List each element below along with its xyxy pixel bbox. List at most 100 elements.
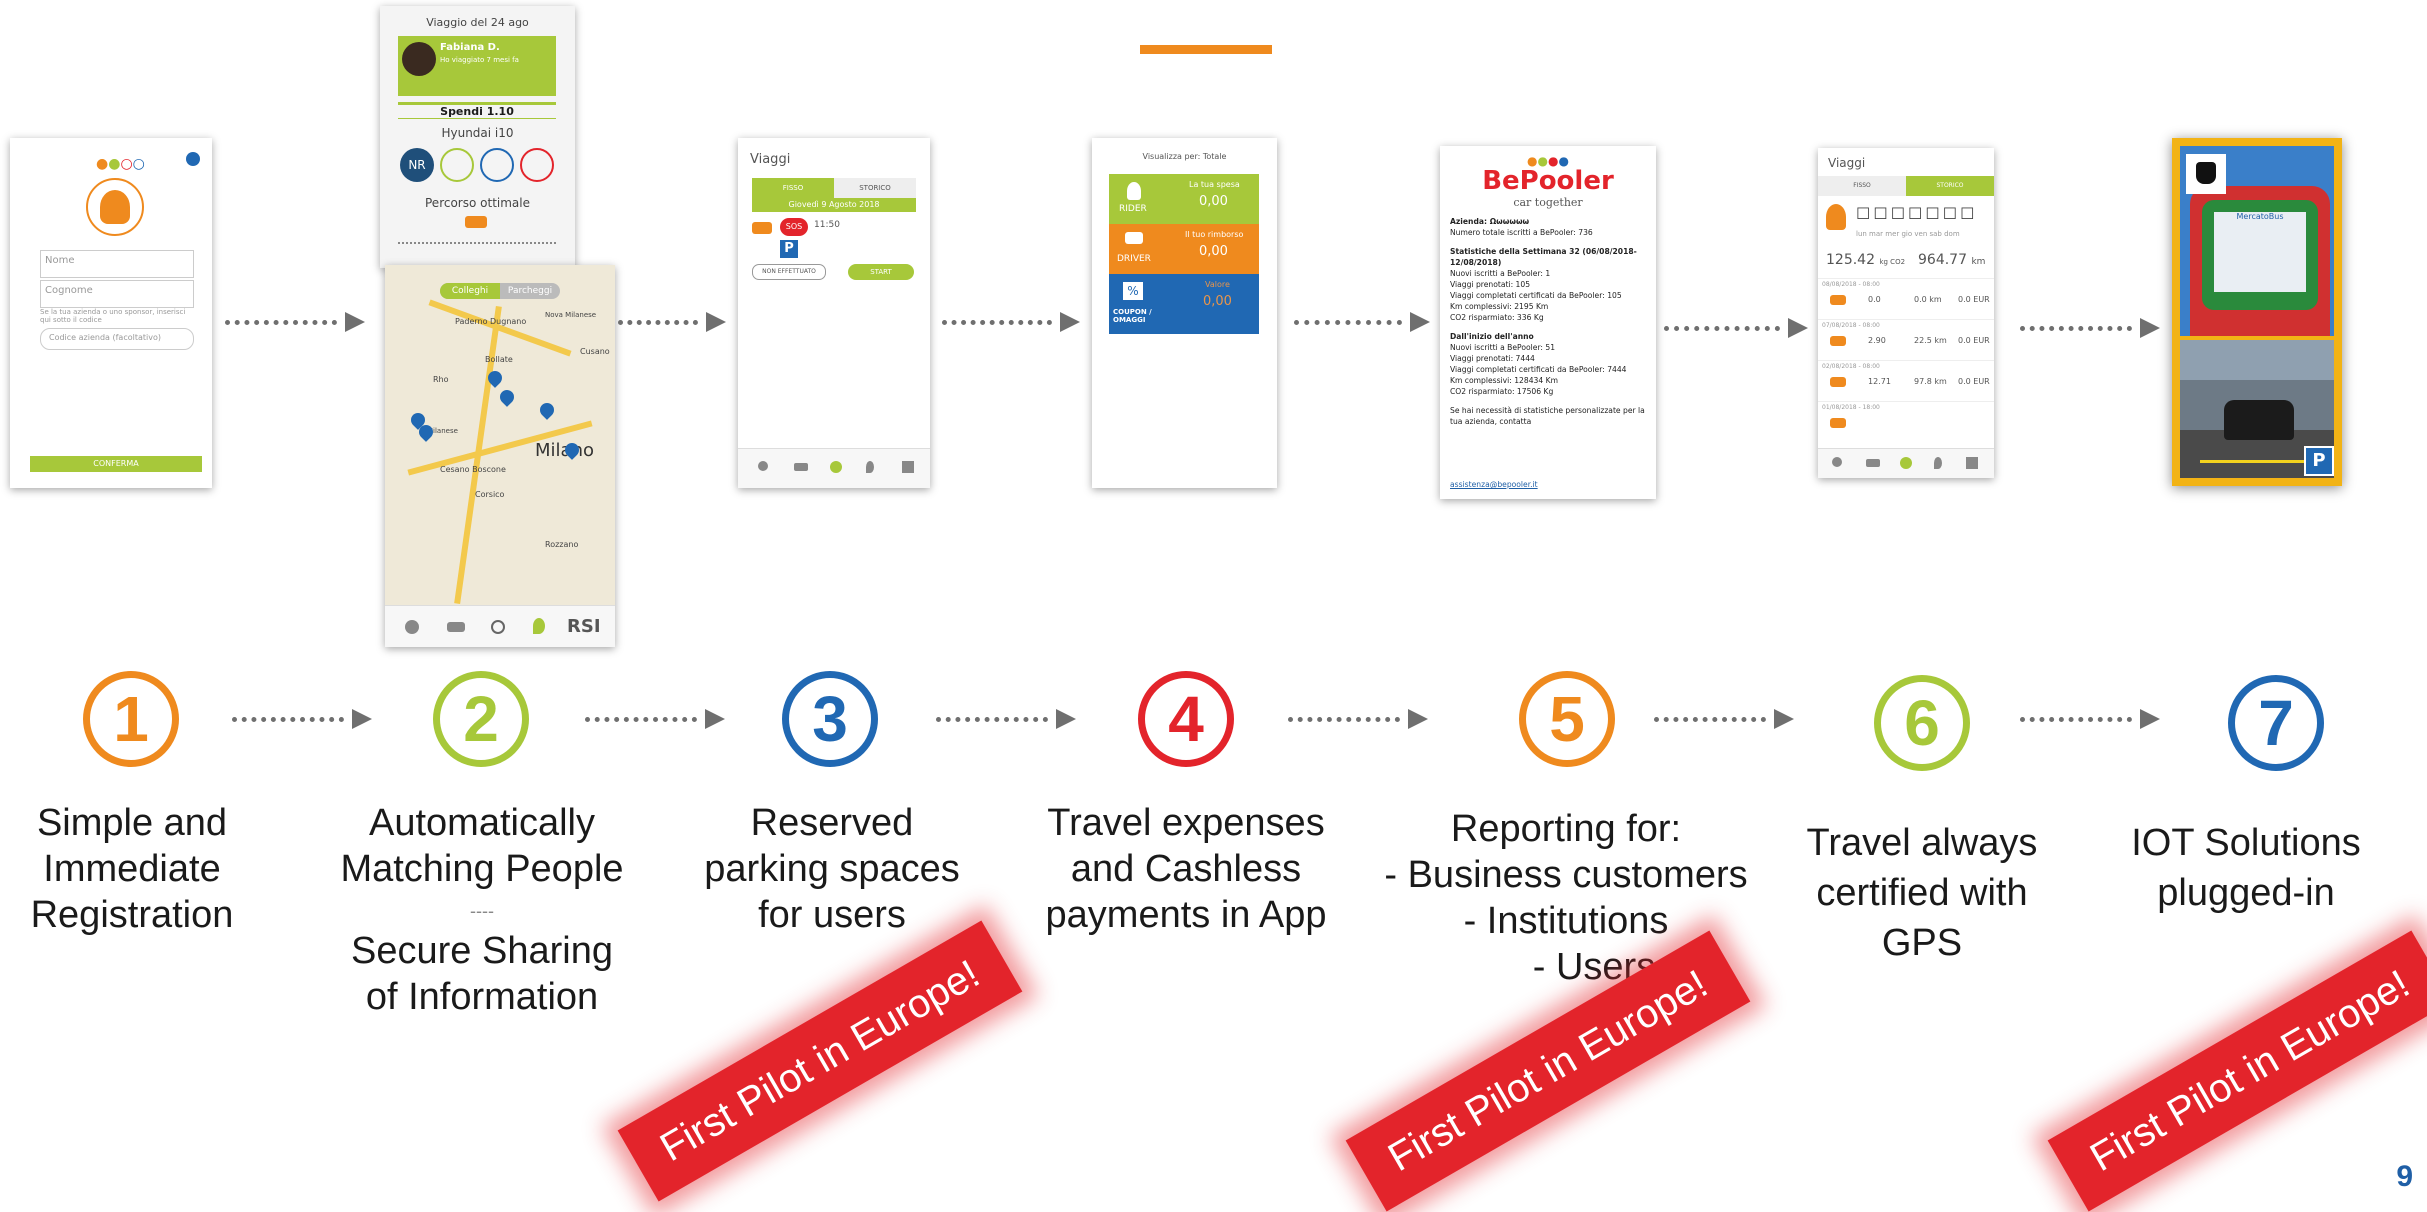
- step-label-7: IOT Solutions plugged-in: [2131, 822, 2361, 914]
- sos-button[interactable]: SOS: [780, 218, 808, 236]
- first-pilot-ribbon: First Pilot in Europe!: [2047, 930, 2427, 1212]
- co2-total: 125.42 kg CO2: [1826, 252, 1906, 268]
- screen-title: Viaggi: [750, 152, 791, 167]
- step-number-1: 1: [83, 671, 179, 767]
- view-selector[interactable]: Visualizza per: Totale: [1092, 152, 1277, 161]
- co2-icon[interactable]: [1966, 457, 1978, 469]
- flow-arrow: [1654, 709, 1794, 729]
- screenshot-report: ●●●● BePooler car together Azienda: Ωωωω…: [1440, 146, 1656, 499]
- screenshot-registration: ●●○○ Nome Cognome Se la tua azienda o un…: [10, 138, 212, 488]
- user-card[interactable]: Fabiana D. Ho viaggiato 7 mesi fa: [398, 36, 556, 96]
- step-number-6: 6: [1874, 675, 1970, 771]
- avatar-camera-icon[interactable]: [86, 178, 144, 236]
- report-line: Se hai necessità di statistiche personal…: [1450, 406, 1645, 426]
- passenger-slot[interactable]: [480, 148, 514, 182]
- report-line: Numero totale iscritti a BePooler: 736: [1450, 228, 1593, 237]
- step-number-5: 5: [1519, 671, 1615, 767]
- driver-card[interactable]: DRIVER Il tuo rimborso 0,00: [1109, 224, 1259, 274]
- support-email-link[interactable]: assistenza@bepooler.it: [1450, 480, 1538, 489]
- coupon-value: 0,00: [1203, 294, 1232, 309]
- list-item[interactable]: 01/08/2018 - 18:00: [1818, 401, 1994, 442]
- trip-co2: 0.0: [1868, 295, 1881, 304]
- step-number-4: 4: [1138, 671, 1234, 767]
- location-icon[interactable]: [1934, 457, 1942, 469]
- car-icon: [1830, 295, 1846, 305]
- rider-spend-label: La tua spesa: [1189, 180, 1240, 189]
- user-name: Fabiana D.: [440, 42, 500, 53]
- tab-parking[interactable]: Parcheggi: [500, 283, 560, 299]
- map-pin-icon[interactable]: [497, 387, 517, 407]
- car-icon[interactable]: [794, 463, 808, 471]
- report-line: Dall'inizio dell'anno: [1450, 332, 1534, 341]
- spend-label: Spendi 1.10: [398, 102, 556, 119]
- route-label: Percorso ottimale: [425, 196, 530, 210]
- location-icon[interactable]: [533, 618, 545, 634]
- start-button[interactable]: START: [848, 264, 914, 280]
- car-icon: [1830, 336, 1846, 346]
- step-number-2: 2: [433, 671, 529, 767]
- confirm-button[interactable]: CONFERMA: [30, 456, 202, 472]
- list-item[interactable]: 07/08/2018 - 08:00 2.90 22.5 km 0.0 EUR: [1818, 319, 1994, 360]
- profile-icon[interactable]: [405, 620, 419, 634]
- flow-arrow: [1288, 709, 1428, 729]
- car-icon[interactable]: [447, 622, 465, 632]
- rider-card[interactable]: RIDER La tua spesa 0,00: [1109, 174, 1259, 224]
- step-label-3: Reserved parking spaces for users: [704, 802, 960, 936]
- map-pin-icon[interactable]: [537, 400, 557, 420]
- report-line: Viaggi completati certificati da BePoole…: [1450, 291, 1622, 300]
- trip-date: Giovedì 9 Agosto 2018: [752, 198, 916, 212]
- report-line: [1450, 397, 1650, 405]
- report-line: [1450, 238, 1650, 246]
- passenger-initials[interactable]: NR: [400, 148, 434, 182]
- trip-time: 11:50: [814, 220, 840, 230]
- car-icon: [1830, 418, 1846, 428]
- list-item[interactable]: 08/08/2018 - 08:00 0.0 0.0 km 0.0 EUR: [1818, 278, 1994, 319]
- coupon-card[interactable]: % COUPON / OMAGGI Valore 0,00: [1109, 274, 1259, 334]
- co2-icon[interactable]: [902, 461, 914, 473]
- brand-logo: RSI: [567, 616, 601, 637]
- play-icon[interactable]: [1900, 457, 1912, 469]
- first-pilot-ribbon: First Pilot in Europe!: [617, 920, 1023, 1202]
- location-icon[interactable]: [866, 461, 874, 473]
- report-line: Km complessivi: 128434 Km: [1450, 376, 1558, 385]
- trip-date: 02/08/2018 - 08:00: [1822, 363, 1880, 370]
- company-hint: Se la tua azienda o uno sponsor, inseris…: [40, 308, 186, 324]
- surname-input[interactable]: Cognome: [40, 280, 194, 308]
- passenger-slot[interactable]: [520, 148, 554, 182]
- km-total: 964.77 km: [1918, 252, 1986, 268]
- map-label: Rozzano: [545, 540, 579, 549]
- tab-colleagues[interactable]: Colleghi: [440, 283, 500, 299]
- trip-eur: 0.0 EUR: [1958, 336, 1990, 345]
- list-item[interactable]: 02/08/2018 - 08:00 12.71 97.8 km 0.0 EUR: [1818, 360, 1994, 401]
- play-icon[interactable]: [491, 620, 505, 634]
- parking-icon[interactable]: P: [780, 240, 798, 258]
- screenshot-payments: Visualizza per: Totale RIDER La tua spes…: [1092, 138, 1277, 488]
- play-icon[interactable]: [830, 461, 842, 473]
- tab-fixed[interactable]: FISSO: [752, 178, 834, 198]
- report-line: Viaggi completati certificati da BePoole…: [1450, 365, 1627, 374]
- driver-refund-value: 0,00: [1199, 244, 1228, 259]
- profile-icon[interactable]: [758, 461, 768, 471]
- status-badge: NON EFFETTUATO: [752, 264, 826, 280]
- step-label-1: Simple and Immediate Registration: [30, 802, 234, 936]
- driver-label: DRIVER: [1117, 254, 1151, 264]
- company-code-input[interactable]: Codice azienda (facoltativo): [40, 328, 194, 350]
- flow-arrow: [2020, 709, 2160, 729]
- tab-history[interactable]: STORICO: [834, 178, 916, 198]
- passenger-slot[interactable]: [440, 148, 474, 182]
- tab-history[interactable]: STORICO: [1906, 176, 1994, 196]
- iot-parking-photo: P: [2180, 340, 2334, 478]
- report-line: CO2 risparmiato: 336 Kg: [1450, 313, 1544, 322]
- tab-fixed[interactable]: FISSO: [1818, 176, 1906, 196]
- name-input[interactable]: Nome: [40, 250, 194, 278]
- report-line: Km complessivi: 2195 Km: [1450, 302, 1549, 311]
- user-icon: [1826, 204, 1846, 230]
- step-label-4: Travel expenses and Cashless payments in A…: [1045, 802, 1327, 936]
- tab-bar: RSI: [385, 605, 615, 647]
- trip-eur: 0.0 EUR: [1958, 295, 1990, 304]
- profile-icon[interactable]: [1832, 457, 1842, 467]
- report-line: Viaggi prenotati: 7444: [1450, 354, 1535, 363]
- trip-date: 07/08/2018 - 08:00: [1822, 322, 1880, 329]
- car-icon[interactable]: [1866, 459, 1880, 467]
- flow-arrow: [225, 312, 365, 332]
